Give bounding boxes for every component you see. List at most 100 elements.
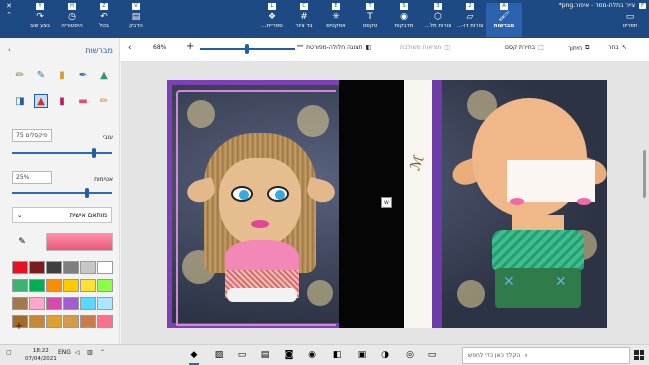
zoom-value[interactable]: 68% (153, 44, 166, 51)
chevron-down-icon: ⌄ (17, 211, 23, 219)
color-swatch[interactable] (29, 297, 45, 310)
magic-select-tool[interactable]: ⬚ בחירת קסם (505, 44, 544, 51)
ribbon-action[interactable]: V ▤ הדבק (118, 3, 154, 37)
ribbon-tab[interactable]: 3 ⬡ צורות תל... (420, 3, 456, 37)
ribbon-tab[interactable]: C # בד ציור (286, 3, 322, 37)
crayon-icon[interactable]: ▮ (55, 94, 69, 108)
drawing-canvas[interactable]: ℳ w ✕ ✕ (167, 80, 607, 328)
opacity-slider[interactable] (12, 188, 112, 198)
thickness-slider[interactable] (12, 148, 112, 158)
network-icon[interactable]: ▥ (87, 349, 93, 356)
tray-chevron-icon[interactable]: ⌃ (100, 349, 105, 356)
view-3d-tool[interactable]: ◧ תצוגה חלולה-מפורטת (306, 44, 371, 51)
girl-lips (251, 220, 269, 228)
color-swatch[interactable] (12, 297, 28, 310)
marker-brush-icon[interactable]: ▲ (97, 68, 111, 82)
ribbon-action[interactable]: Y ↷ בצע שוב (22, 3, 58, 37)
ribbon-tab[interactable]: S ◉ מדבקות (386, 3, 422, 37)
ribbon-tab[interactable]: L ❖ ספריית... (254, 3, 290, 37)
zoom-slider[interactable] (200, 44, 295, 54)
taskbar-search[interactable]: ⌕ הקלד כאן כדי לחפש (462, 347, 630, 364)
pixel-pen-icon[interactable]: ✏ (13, 68, 27, 82)
eyedropper-icon[interactable]: ✎ (14, 234, 30, 250)
clock-time: 18:22 (32, 348, 49, 354)
color-swatch[interactable] (97, 297, 113, 310)
opacity-slider-thumb[interactable] (85, 188, 89, 198)
file-explorer-icon[interactable]: ▭ (235, 348, 249, 362)
zoom-in-button[interactable]: − (296, 41, 304, 52)
ribbon-action[interactable]: H ◷ היסטוריה (54, 3, 90, 37)
color-swatch[interactable] (63, 261, 79, 274)
color-swatch[interactable] (80, 261, 96, 274)
crop-tool[interactable]: ⧉ חיתוך (568, 44, 589, 52)
color-swatch[interactable] (46, 297, 62, 310)
color-swatch[interactable] (80, 279, 96, 292)
girl-shoes (227, 288, 297, 302)
speaker-icon[interactable]: ◁ (75, 349, 80, 356)
zoom-slider-thumb[interactable] (245, 44, 249, 54)
color-swatch[interactable] (46, 315, 62, 328)
key-tip: T (366, 3, 374, 10)
color-swatch[interactable] (80, 297, 96, 310)
color-swatch[interactable] (97, 279, 113, 292)
finish-dropdown[interactable]: ⌄ מותאם אישית (12, 207, 112, 223)
notifications-icon[interactable]: ▢ (6, 349, 12, 356)
color-swatch[interactable] (12, 279, 28, 292)
color-swatch[interactable] (29, 261, 45, 274)
thickness-input[interactable]: 75 פיקסלים (12, 129, 52, 142)
opacity-input[interactable]: 25% (12, 171, 52, 184)
color-swatch[interactable] (97, 315, 113, 328)
paint-3d-icon[interactable]: ◆ (187, 348, 201, 365)
mixed-reality-tool[interactable]: ◫ מציאות משולבת (400, 44, 450, 51)
current-color-swatch[interactable] (46, 233, 113, 251)
vertical-scrollbar[interactable] (643, 150, 646, 198)
language-indicator[interactable]: ENG (58, 349, 71, 356)
video-editor-icon[interactable]: ▤ (258, 348, 272, 362)
paste-icon: ▤ (131, 12, 141, 22)
color-swatch[interactable] (46, 279, 62, 292)
ribbon-tab[interactable]: 2 ▱ צורות דו-... (452, 3, 488, 37)
color-swatch[interactable] (12, 261, 28, 274)
ribbon-tab[interactable]: E ✳ אפקטים (318, 3, 354, 37)
select-tool[interactable]: ↖ בחר (608, 44, 627, 51)
photos-icon[interactable]: ▨ (212, 348, 226, 362)
powerpoint-icon[interactable]: ◧ (330, 348, 344, 362)
office-icon[interactable]: ◉ (305, 348, 319, 362)
collapse-panel-icon[interactable]: ‹ (8, 46, 11, 54)
color-swatch[interactable] (63, 297, 79, 310)
color-swatch[interactable] (63, 279, 79, 292)
ribbon-tab[interactable]: T T טקסט (352, 3, 388, 37)
onenote-icon[interactable]: ▣ (355, 348, 369, 362)
pencil-icon[interactable]: ✏ (97, 94, 111, 108)
color-swatch[interactable] (29, 279, 45, 292)
ribbon-tab-label: מברשות (493, 23, 515, 29)
edge-icon[interactable]: ◑ (378, 348, 392, 362)
view-3d-icon: ◧ (365, 44, 372, 51)
spray-can-icon[interactable]: ▲ (34, 94, 48, 108)
folder-icon: ▭ (625, 12, 635, 22)
color-swatch[interactable] (46, 261, 62, 274)
camera-icon[interactable]: ◙ (282, 348, 296, 362)
ribbon-action[interactable]: Z ↶ בטל (86, 3, 122, 37)
chevron-up-icon[interactable]: ⌃ (4, 11, 14, 19)
thickness-slider-thumb[interactable] (92, 148, 96, 158)
zoom-out-button[interactable]: + (186, 41, 194, 52)
color-swatch[interactable] (97, 261, 113, 274)
text-box-handle[interactable]: w (381, 197, 392, 208)
eraser-icon[interactable]: ▬ (76, 94, 90, 108)
oil-brush-icon[interactable]: ▮ (55, 68, 69, 82)
color-swatch[interactable] (63, 315, 79, 328)
ribbon-tab[interactable]: A 🖌 מברשות (486, 3, 522, 37)
collapse-panel-button[interactable]: › (128, 43, 132, 53)
fill-icon[interactable]: ◨ (13, 94, 27, 108)
clock[interactable]: 18:22 07/04/2021 (25, 347, 57, 363)
color-swatch[interactable] (29, 315, 45, 328)
add-color-button[interactable]: + (12, 319, 26, 333)
chrome-icon[interactable]: ◎ (403, 348, 417, 362)
watercolor-brush-icon[interactable]: ✎ (34, 68, 48, 82)
close-icon[interactable]: ✕ (4, 2, 14, 10)
task-view-icon[interactable]: ▭ (425, 348, 439, 362)
windows-start-icon[interactable] (634, 350, 644, 360)
color-swatch[interactable] (80, 315, 96, 328)
calligraphy-pen-icon[interactable]: ✒ (76, 68, 90, 82)
